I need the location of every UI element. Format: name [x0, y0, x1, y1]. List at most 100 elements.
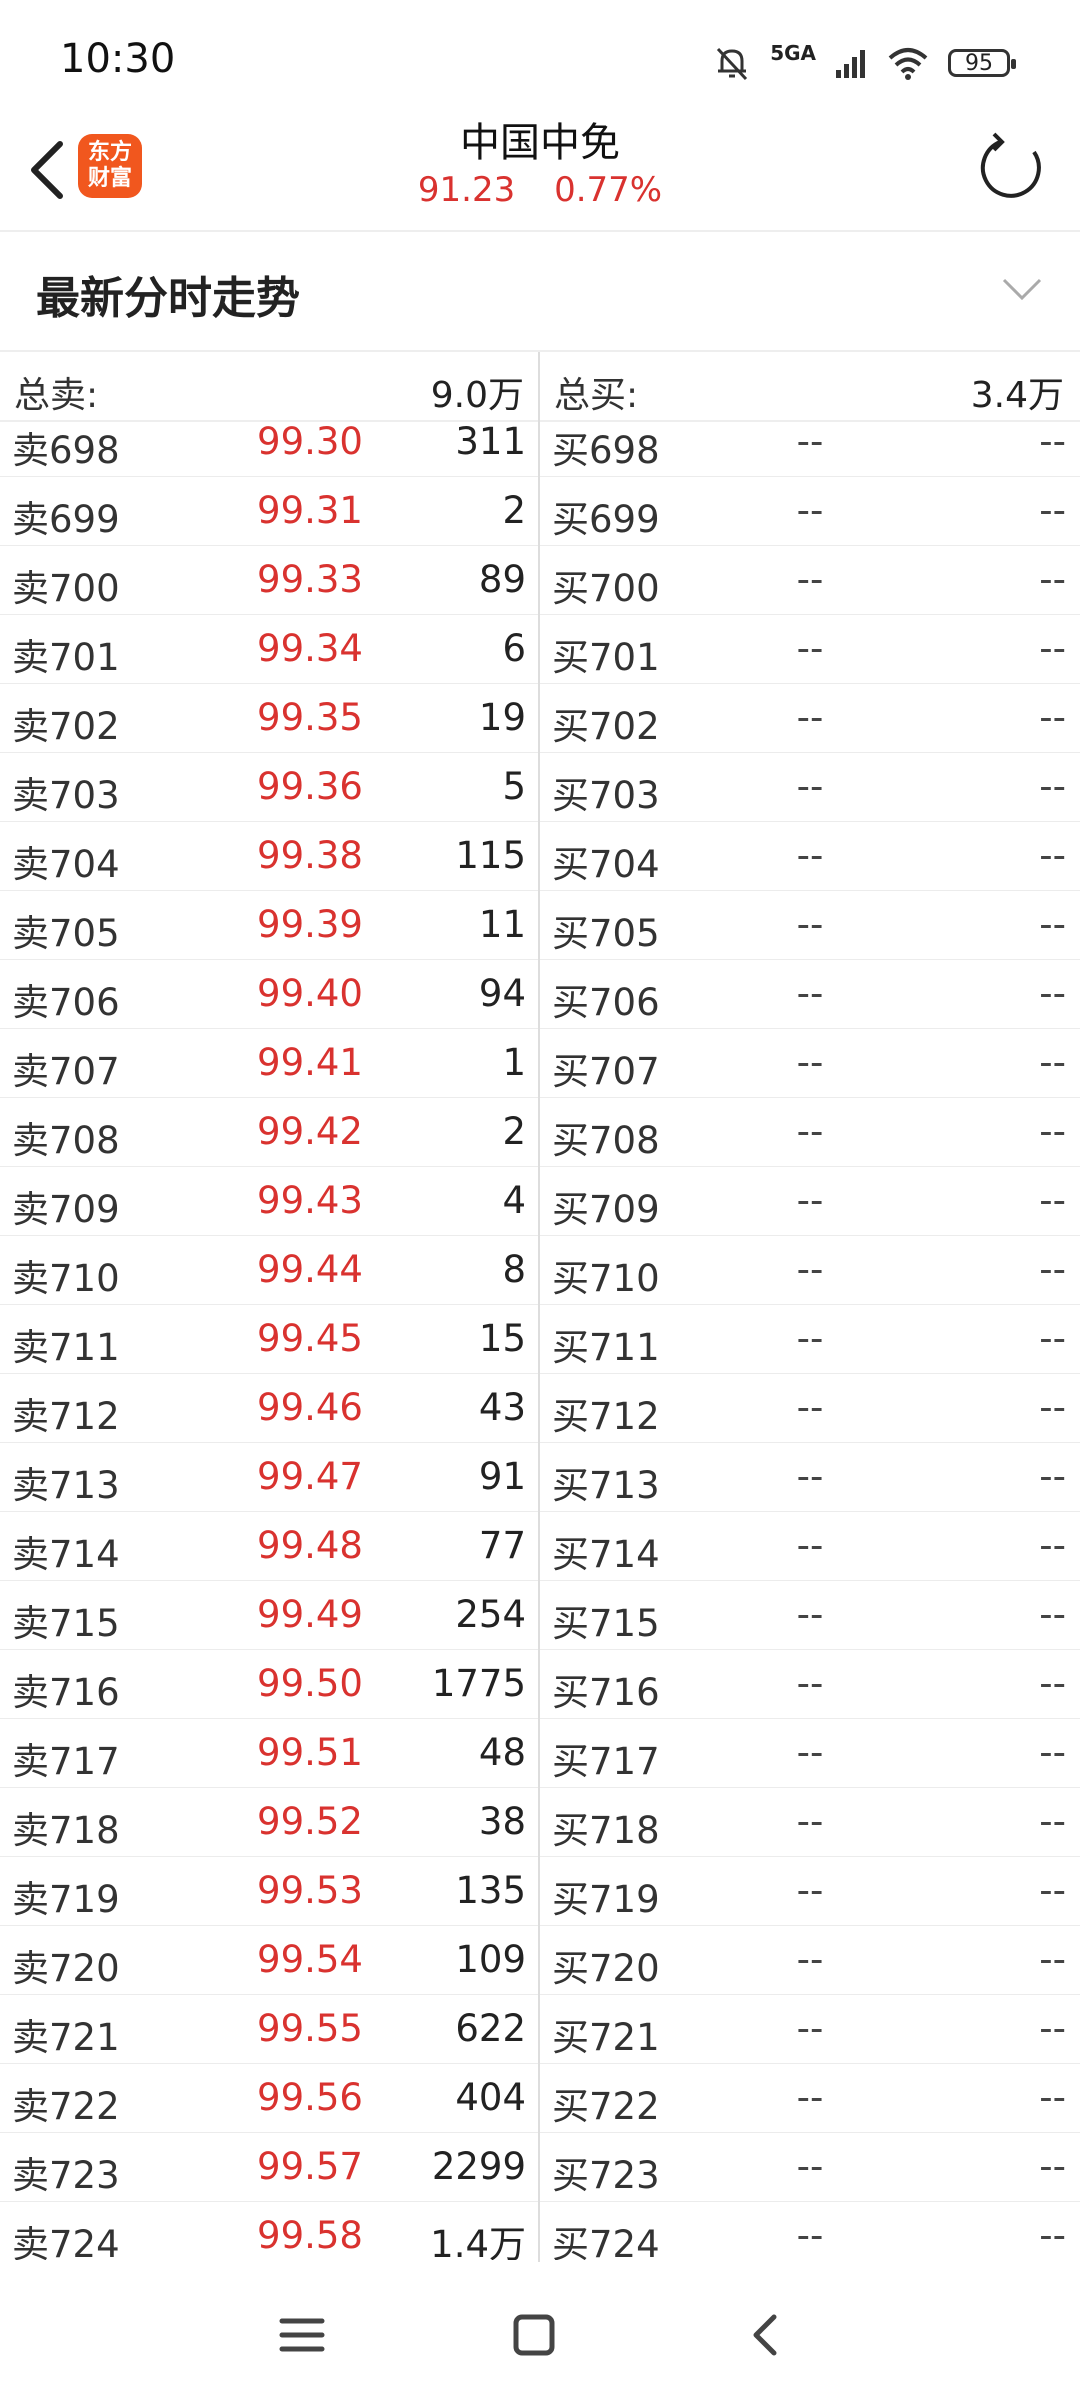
buy-price: -- [796, 627, 824, 670]
buy-label: 买709 [552, 1188, 660, 1231]
order-row[interactable]: 卖701 99.34 6 买701 -- -- [0, 615, 1080, 684]
sell-label: 卖702 [12, 705, 120, 748]
buy-label: 买714 [552, 1533, 660, 1576]
order-row[interactable]: 卖699 99.31 2 买699 -- -- [0, 477, 1080, 546]
buy-label: 买710 [552, 1257, 660, 1300]
order-row[interactable]: 卖704 99.38 115 买704 -- -- [0, 822, 1080, 891]
order-row[interactable]: 卖706 99.40 94 买706 -- -- [0, 960, 1080, 1029]
order-row[interactable]: 卖711 99.45 15 买711 -- -- [0, 1305, 1080, 1374]
order-row[interactable]: 卖724 99.58 1.4万 买724 -- -- [0, 2202, 1080, 2260]
buy-price: -- [796, 2076, 824, 2119]
sell-volume: 19 [478, 696, 526, 739]
sell-label: 卖699 [12, 498, 120, 541]
order-row[interactable]: 卖703 99.36 5 买703 -- -- [0, 753, 1080, 822]
refresh-icon[interactable] [976, 130, 1050, 204]
order-row[interactable]: 卖719 99.53 135 买719 -- -- [0, 1857, 1080, 1926]
buy-label: 买698 [552, 429, 660, 472]
sell-label: 卖711 [12, 1326, 120, 1369]
order-row[interactable]: 卖709 99.43 4 买709 -- -- [0, 1167, 1080, 1236]
order-book-list[interactable]: 卖698 99.30 311 买698 -- -- 卖699 99.31 2 买699 -- -- 卖7… [0, 420, 1080, 2260]
order-row[interactable]: 卖720 99.54 109 买720 -- -- [0, 1926, 1080, 1995]
buy-volume: -- [1039, 1386, 1066, 1429]
status-icons: 5GA 95 [712, 38, 1016, 88]
order-row[interactable]: 卖714 99.48 77 买714 -- -- [0, 1512, 1080, 1581]
buy-volume: -- [1039, 1524, 1066, 1567]
buy-volume: -- [1039, 627, 1066, 670]
order-row[interactable]: 卖710 99.44 8 买710 -- -- [0, 1236, 1080, 1305]
section-header[interactable]: 最新分时走势 [0, 232, 1080, 350]
order-row[interactable]: 卖698 99.30 311 买698 -- -- [0, 420, 1080, 477]
order-row[interactable]: 卖702 99.35 19 买702 -- -- [0, 684, 1080, 753]
sell-label: 卖712 [12, 1395, 120, 1438]
sell-volume: 91 [478, 1455, 526, 1498]
sell-volume: 622 [455, 2007, 526, 2050]
sell-label: 卖706 [12, 981, 120, 1024]
order-row[interactable]: 卖700 99.33 89 买700 -- -- [0, 546, 1080, 615]
buy-price: -- [796, 420, 824, 463]
order-row[interactable]: 卖715 99.49 254 买715 -- -- [0, 1581, 1080, 1650]
total-sell: 总卖: 9.0万 [0, 352, 540, 422]
buy-label: 买706 [552, 981, 660, 1024]
sell-label: 卖722 [12, 2085, 120, 2128]
buy-label: 买718 [552, 1809, 660, 1852]
buy-price: -- [796, 1110, 824, 1153]
buy-volume: -- [1039, 834, 1066, 877]
buy-label: 买722 [552, 2085, 660, 2128]
buy-label: 买701 [552, 636, 660, 679]
buy-label: 买717 [552, 1740, 660, 1783]
sell-volume: 11 [478, 903, 526, 946]
order-row[interactable]: 卖717 99.51 48 买717 -- -- [0, 1719, 1080, 1788]
total-buy-value: 3.4万 [970, 375, 1064, 416]
buy-price: -- [796, 834, 824, 877]
chevron-down-icon[interactable] [1000, 274, 1044, 304]
buy-label: 买704 [552, 843, 660, 886]
order-row[interactable]: 卖722 99.56 404 买722 -- -- [0, 2064, 1080, 2133]
buy-price: -- [796, 696, 824, 739]
buy-volume: -- [1039, 2076, 1066, 2119]
buy-volume: -- [1039, 1800, 1066, 1843]
sell-volume: 89 [478, 558, 526, 601]
buy-price: -- [796, 2214, 824, 2257]
buy-price: -- [796, 1593, 824, 1636]
buy-label: 买724 [552, 2223, 660, 2260]
sell-label: 卖700 [12, 567, 120, 610]
order-row[interactable]: 卖721 99.55 622 买721 -- -- [0, 1995, 1080, 2064]
order-row[interactable]: 卖707 99.41 1 买707 -- -- [0, 1029, 1080, 1098]
signal-icon [836, 50, 865, 78]
sell-volume: 115 [455, 834, 526, 877]
order-row[interactable]: 卖712 99.46 43 买712 -- -- [0, 1374, 1080, 1443]
sell-volume: 8 [502, 1248, 526, 1291]
sell-volume: 15 [478, 1317, 526, 1360]
sell-volume: 43 [478, 1386, 526, 1429]
buy-price: -- [796, 1800, 824, 1843]
order-row[interactable]: 卖718 99.52 38 买718 -- -- [0, 1788, 1080, 1857]
order-row[interactable]: 卖723 99.57 2299 买723 -- -- [0, 2133, 1080, 2202]
buy-label: 买708 [552, 1119, 660, 1162]
sell-label: 卖720 [12, 1947, 120, 1990]
buy-label: 买700 [552, 567, 660, 610]
order-row[interactable]: 卖708 99.42 2 买708 -- -- [0, 1098, 1080, 1167]
menu-icon[interactable] [272, 2305, 332, 2365]
buy-label: 买702 [552, 705, 660, 748]
totals-row: 总卖: 9.0万 总买: 3.4万 [0, 352, 1080, 422]
network-type: 5GA [770, 41, 816, 65]
home-square-icon[interactable] [504, 2305, 564, 2365]
center-divider [538, 352, 540, 2262]
buy-volume: -- [1039, 1041, 1066, 1084]
buy-label: 买713 [552, 1464, 660, 1507]
order-row[interactable]: 卖705 99.39 11 买705 -- -- [0, 891, 1080, 960]
buy-volume: -- [1039, 558, 1066, 601]
order-row[interactable]: 卖713 99.47 91 买713 -- -- [0, 1443, 1080, 1512]
order-book-rows: 卖698 99.30 311 买698 -- -- 卖699 99.31 2 买699 -- -- 卖7… [0, 420, 1080, 2260]
sell-label: 卖703 [12, 774, 120, 817]
buy-price: -- [796, 1317, 824, 1360]
order-row[interactable]: 卖716 99.50 1775 买716 -- -- [0, 1650, 1080, 1719]
back-chevron-icon[interactable] [736, 2305, 796, 2365]
battery-icon: 95 [948, 49, 1016, 77]
sell-volume: 254 [455, 1593, 526, 1636]
buy-price: -- [796, 1662, 824, 1705]
sell-volume: 48 [478, 1731, 526, 1774]
total-sell-label: 总卖: [14, 375, 99, 416]
buy-price: -- [796, 765, 824, 808]
buy-volume: -- [1039, 1455, 1066, 1498]
